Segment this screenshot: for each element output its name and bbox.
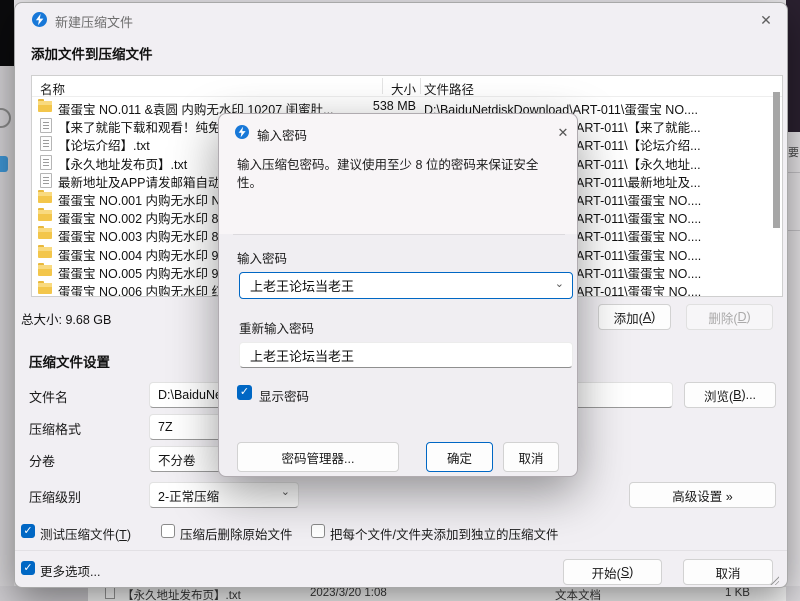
cell-path: ART-011\【永久地址... bbox=[576, 154, 782, 173]
start-button[interactable]: 开始(S) bbox=[563, 559, 662, 585]
window-cancel-button[interactable]: 取消 bbox=[683, 559, 773, 585]
close-icon[interactable]: ✕ bbox=[551, 122, 575, 144]
chevron-down-icon: ⌄ bbox=[555, 277, 564, 290]
column-divider bbox=[382, 78, 383, 94]
file-icon bbox=[40, 118, 52, 133]
background-file-size: 1 KB bbox=[725, 587, 750, 599]
cell-path: ART-011\【论坛介绍... bbox=[576, 135, 782, 154]
delete-after-label: 压缩后删除原始文件 bbox=[180, 524, 293, 543]
test-archive-label: 测试压缩文件(T) bbox=[40, 524, 131, 543]
test-archive-checkbox[interactable]: ✓ bbox=[21, 524, 35, 538]
password-dialog: 输入密码 ✕ 输入压缩包密码。建议使用至少 8 位的密码来保证安全性。 输入密码… bbox=[218, 113, 578, 477]
password-input[interactable]: 上老王论坛当老王⌄ bbox=[239, 272, 573, 299]
background-window-right-dark bbox=[786, 0, 800, 132]
bottom-divider bbox=[15, 550, 787, 551]
password-label: 输入密码 bbox=[237, 248, 287, 267]
background-window-left-dark bbox=[0, 0, 14, 66]
archive-settings-heading: 压缩文件设置 bbox=[29, 351, 110, 371]
dialog-divider bbox=[233, 234, 565, 235]
file-icon bbox=[40, 136, 52, 151]
background-divider bbox=[788, 172, 800, 173]
background-file-row: 【永久地址发布页】.txt 2023/3/20 1:08 文本文档 1 KB bbox=[88, 587, 786, 601]
add-button[interactable]: 添加(A) bbox=[598, 304, 671, 330]
cell-path: ART-011\最新地址及... bbox=[576, 172, 782, 191]
dialog-message: 输入压缩包密码。建议使用至少 8 位的密码来保证安全性。 bbox=[237, 156, 563, 192]
folder-icon bbox=[38, 192, 52, 203]
add-files-heading: 添加文件到压缩文件 bbox=[31, 43, 153, 63]
cell-path: ART-011\蛋蛋宝 NO.... bbox=[576, 281, 782, 297]
cell-path: ART-011\蛋蛋宝 NO.... bbox=[576, 190, 782, 209]
ok-button[interactable]: 确定 bbox=[426, 442, 493, 472]
total-size-label: 总大小: 9.68 GB bbox=[21, 309, 111, 328]
advanced-settings-button[interactable]: 高级设置 » bbox=[629, 482, 776, 508]
file-icon bbox=[40, 155, 52, 170]
cell-path: ART-011\蛋蛋宝 NO.... bbox=[576, 263, 782, 282]
volume-label: 分卷 bbox=[29, 451, 55, 470]
folder-icon bbox=[38, 210, 52, 221]
cell-path: ART-011\蛋蛋宝 NO.... bbox=[576, 208, 782, 227]
column-header-name[interactable]: 名称 bbox=[40, 79, 65, 98]
folder-icon bbox=[38, 228, 52, 239]
level-label: 压缩级别 bbox=[29, 487, 81, 506]
background-strip-bottom-left bbox=[0, 586, 88, 601]
show-password-label: 显示密码 bbox=[259, 386, 309, 405]
bandizip-app-icon bbox=[235, 125, 249, 139]
background-text-fragment: 要 bbox=[788, 144, 799, 160]
column-header-size[interactable]: 大小 bbox=[332, 79, 416, 98]
cell-path: ART-011\蛋蛋宝 NO.... bbox=[576, 226, 782, 245]
background-file-date: 2023/3/20 1:08 bbox=[310, 587, 387, 599]
dialog-title: 输入密码 bbox=[257, 125, 307, 144]
background-file-type: 文本文档 bbox=[555, 587, 601, 601]
folder-icon bbox=[38, 247, 52, 258]
separate-archives-label: 把每个文件/文件夹添加到独立的压缩文件 bbox=[330, 524, 558, 543]
folder-icon bbox=[38, 265, 52, 276]
column-divider bbox=[420, 78, 421, 94]
more-options-checkbox[interactable]: ✓ bbox=[21, 561, 35, 575]
background-divider bbox=[788, 230, 800, 231]
file-list-header: 名称 大小 文件路径 bbox=[32, 76, 782, 97]
cell-size: 538 MB bbox=[332, 99, 416, 113]
format-label: 压缩格式 bbox=[29, 419, 81, 438]
background-file-name: 【永久地址发布页】.txt bbox=[122, 587, 241, 601]
bandizip-app-icon bbox=[32, 12, 47, 27]
background-icon-fragment bbox=[0, 156, 8, 172]
delete-after-checkbox[interactable]: ✓ bbox=[161, 524, 175, 538]
window-title: 新建压缩文件 bbox=[55, 12, 133, 31]
more-options-label[interactable]: 更多选项... bbox=[40, 561, 100, 580]
background-window-left bbox=[0, 66, 14, 601]
show-password-checkbox[interactable]: ✓ bbox=[237, 385, 252, 400]
password-manager-button[interactable]: 密码管理器... bbox=[237, 442, 399, 472]
folder-icon bbox=[38, 101, 52, 112]
folder-icon bbox=[38, 283, 52, 294]
column-header-path[interactable]: 文件路径 bbox=[424, 79, 474, 98]
chevron-down-icon: ⌄ bbox=[281, 485, 290, 498]
file-icon bbox=[105, 587, 115, 599]
level-dropdown[interactable]: 2-正常压缩⌄ bbox=[149, 482, 299, 508]
close-icon[interactable]: ✕ bbox=[751, 9, 781, 31]
separate-archives-checkbox[interactable]: ✓ bbox=[311, 524, 325, 538]
confirm-password-label: 重新输入密码 bbox=[239, 318, 314, 337]
delete-button[interactable]: 删除(D) bbox=[686, 304, 773, 330]
file-icon bbox=[40, 173, 52, 188]
dialog-cancel-button[interactable]: 取消 bbox=[503, 442, 559, 472]
browse-button[interactable]: 浏览(B)... bbox=[684, 382, 776, 408]
filename-label: 文件名 bbox=[29, 387, 68, 406]
confirm-password-input[interactable]: 上老王论坛当老王 bbox=[239, 342, 573, 368]
vertical-scrollbar[interactable] bbox=[773, 92, 780, 228]
cell-path: ART-011\蛋蛋宝 NO.... bbox=[576, 245, 782, 264]
cell-path: ART-011\【来了就能... bbox=[576, 117, 782, 136]
